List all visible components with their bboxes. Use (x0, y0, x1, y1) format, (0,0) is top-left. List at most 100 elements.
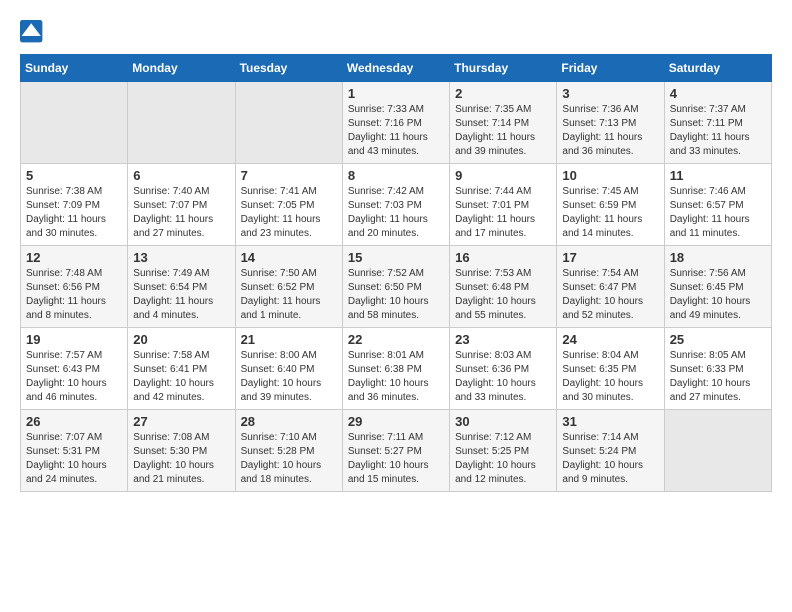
calendar-cell: 10 Sunrise: 7:45 AM Sunset: 6:59 PM Dayli… (557, 164, 664, 246)
day-info: Sunrise: 7:48 AM Sunset: 6:56 PM Dayligh… (26, 267, 122, 323)
calendar-cell: 24 Sunrise: 8:04 AM Sunset: 6:35 PM Dayli… (557, 328, 664, 410)
weekday-header-sunday: Sunday (21, 55, 128, 82)
calendar-cell: 25Sunrise: 8:05 AM Sunset: 6:33 PM Dayli… (664, 328, 771, 410)
day-number: 4 (670, 86, 766, 101)
calendar-cell: 29 Sunrise: 7:11 AM Sunset: 5:27 PM Dayli… (342, 410, 449, 492)
day-info: Sunrise: 7:56 AM Sunset: 6:45 PM Dayligh… (670, 267, 766, 323)
day-info: Sunrise: 7:42 AM Sunset: 7:03 PM Dayligh… (348, 185, 444, 241)
day-info: Sunrise: 7:49 AM Sunset: 6:54 PM Dayligh… (133, 267, 229, 323)
day-number: 20 (133, 332, 229, 347)
day-number: 7 (241, 168, 337, 183)
day-number: 13 (133, 250, 229, 265)
day-number: 1 (348, 86, 444, 101)
weekday-header-row: SundayMondayTuesdayWednesdayThursdayFrid… (21, 55, 772, 82)
day-info: Sunrise: 7:44 AM Sunset: 7:01 PM Dayligh… (455, 185, 551, 241)
calendar-cell: 31 Sunrise: 7:14 AM Sunset: 5:24 PM Dayli… (557, 410, 664, 492)
day-info: Sunrise: 8:00 AM Sunset: 6:40 PM Dayligh… (241, 349, 337, 405)
calendar-cell: 3 Sunrise: 7:36 AM Sunset: 7:13 PM Daylig… (557, 82, 664, 164)
day-info: Sunrise: 7:40 AM Sunset: 7:07 PM Dayligh… (133, 185, 229, 241)
calendar-cell: 7 Sunrise: 7:41 AM Sunset: 7:05 PM Daylig… (235, 164, 342, 246)
day-info: Sunrise: 7:07 AM Sunset: 5:31 PM Dayligh… (26, 431, 122, 487)
calendar-cell: 21 Sunrise: 8:00 AM Sunset: 6:40 PM Dayli… (235, 328, 342, 410)
weekday-header-thursday: Thursday (450, 55, 557, 82)
calendar-cell: 12 Sunrise: 7:48 AM Sunset: 6:56 PM Dayli… (21, 246, 128, 328)
day-number: 14 (241, 250, 337, 265)
day-number: 31 (562, 414, 658, 429)
day-number: 22 (348, 332, 444, 347)
calendar-cell: 5 Sunrise: 7:38 AM Sunset: 7:09 PM Daylig… (21, 164, 128, 246)
day-info: Sunrise: 7:37 AM Sunset: 7:11 PM Dayligh… (670, 103, 766, 159)
day-info: Sunrise: 7:11 AM Sunset: 5:27 PM Dayligh… (348, 431, 444, 487)
day-info: Sunrise: 7:45 AM Sunset: 6:59 PM Dayligh… (562, 185, 658, 241)
logo (20, 20, 48, 44)
day-number: 29 (348, 414, 444, 429)
day-number: 19 (26, 332, 122, 347)
day-number: 23 (455, 332, 551, 347)
calendar-cell: 13 Sunrise: 7:49 AM Sunset: 6:54 PM Dayli… (128, 246, 235, 328)
calendar-cell: 17 Sunrise: 7:54 AM Sunset: 6:47 PM Dayli… (557, 246, 664, 328)
calendar-cell: 1 Sunrise: 7:33 AM Sunset: 7:16 PM Daylig… (342, 82, 449, 164)
day-info: Sunrise: 7:38 AM Sunset: 7:09 PM Dayligh… (26, 185, 122, 241)
day-number: 27 (133, 414, 229, 429)
day-info: Sunrise: 7:33 AM Sunset: 7:16 PM Dayligh… (348, 103, 444, 159)
calendar-table: SundayMondayTuesdayWednesdayThursdayFrid… (20, 54, 772, 492)
calendar-cell: 2 Sunrise: 7:35 AM Sunset: 7:14 PM Daylig… (450, 82, 557, 164)
calendar-cell: 4 Sunrise: 7:37 AM Sunset: 7:11 PM Daylig… (664, 82, 771, 164)
calendar-cell (664, 410, 771, 492)
page-header (20, 20, 772, 44)
day-number: 8 (348, 168, 444, 183)
day-number: 5 (26, 168, 122, 183)
day-number: 12 (26, 250, 122, 265)
weekday-header-friday: Friday (557, 55, 664, 82)
calendar-cell: 9Sunrise: 7:44 AM Sunset: 7:01 PM Daylig… (450, 164, 557, 246)
calendar-cell: 6 Sunrise: 7:40 AM Sunset: 7:07 PM Daylig… (128, 164, 235, 246)
day-number: 3 (562, 86, 658, 101)
calendar-cell: 22Sunrise: 8:01 AM Sunset: 6:38 PM Dayli… (342, 328, 449, 410)
day-number: 21 (241, 332, 337, 347)
day-info: Sunrise: 7:41 AM Sunset: 7:05 PM Dayligh… (241, 185, 337, 241)
day-number: 16 (455, 250, 551, 265)
day-info: Sunrise: 8:03 AM Sunset: 6:36 PM Dayligh… (455, 349, 551, 405)
day-number: 10 (562, 168, 658, 183)
day-info: Sunrise: 7:54 AM Sunset: 6:47 PM Dayligh… (562, 267, 658, 323)
calendar-week-4: 19 Sunrise: 7:57 AM Sunset: 6:43 PM Dayli… (21, 328, 772, 410)
day-number: 18 (670, 250, 766, 265)
day-info: Sunrise: 7:50 AM Sunset: 6:52 PM Dayligh… (241, 267, 337, 323)
weekday-header-wednesday: Wednesday (342, 55, 449, 82)
day-number: 28 (241, 414, 337, 429)
day-number: 17 (562, 250, 658, 265)
day-number: 6 (133, 168, 229, 183)
calendar-cell: 28 Sunrise: 7:10 AM Sunset: 5:28 PM Dayli… (235, 410, 342, 492)
calendar-cell: 16 Sunrise: 7:53 AM Sunset: 6:48 PM Dayli… (450, 246, 557, 328)
day-info: Sunrise: 7:35 AM Sunset: 7:14 PM Dayligh… (455, 103, 551, 159)
day-info: Sunrise: 7:12 AM Sunset: 5:25 PM Dayligh… (455, 431, 551, 487)
day-info: Sunrise: 7:58 AM Sunset: 6:41 PM Dayligh… (133, 349, 229, 405)
day-info: Sunrise: 7:52 AM Sunset: 6:50 PM Dayligh… (348, 267, 444, 323)
day-number: 26 (26, 414, 122, 429)
calendar-cell: 26 Sunrise: 7:07 AM Sunset: 5:31 PM Dayli… (21, 410, 128, 492)
calendar-cell: 11Sunrise: 7:46 AM Sunset: 6:57 PM Dayli… (664, 164, 771, 246)
calendar-cell: 27 Sunrise: 7:08 AM Sunset: 5:30 PM Dayli… (128, 410, 235, 492)
calendar-week-3: 12 Sunrise: 7:48 AM Sunset: 6:56 PM Dayli… (21, 246, 772, 328)
calendar-cell: 18 Sunrise: 7:56 AM Sunset: 6:45 PM Dayli… (664, 246, 771, 328)
day-number: 25 (670, 332, 766, 347)
day-info: Sunrise: 7:53 AM Sunset: 6:48 PM Dayligh… (455, 267, 551, 323)
day-info: Sunrise: 7:14 AM Sunset: 5:24 PM Dayligh… (562, 431, 658, 487)
day-info: Sunrise: 8:04 AM Sunset: 6:35 PM Dayligh… (562, 349, 658, 405)
calendar-week-1: 1 Sunrise: 7:33 AM Sunset: 7:16 PM Daylig… (21, 82, 772, 164)
day-info: Sunrise: 7:36 AM Sunset: 7:13 PM Dayligh… (562, 103, 658, 159)
day-info: Sunrise: 7:57 AM Sunset: 6:43 PM Dayligh… (26, 349, 122, 405)
calendar-cell: 20 Sunrise: 7:58 AM Sunset: 6:41 PM Dayli… (128, 328, 235, 410)
day-number: 2 (455, 86, 551, 101)
calendar-week-2: 5 Sunrise: 7:38 AM Sunset: 7:09 PM Daylig… (21, 164, 772, 246)
calendar-cell: 23 Sunrise: 8:03 AM Sunset: 6:36 PM Dayli… (450, 328, 557, 410)
calendar-week-5: 26 Sunrise: 7:07 AM Sunset: 5:31 PM Dayli… (21, 410, 772, 492)
day-info: Sunrise: 7:08 AM Sunset: 5:30 PM Dayligh… (133, 431, 229, 487)
calendar-cell: 14 Sunrise: 7:50 AM Sunset: 6:52 PM Dayli… (235, 246, 342, 328)
calendar-cell: 19 Sunrise: 7:57 AM Sunset: 6:43 PM Dayli… (21, 328, 128, 410)
day-info: Sunrise: 7:10 AM Sunset: 5:28 PM Dayligh… (241, 431, 337, 487)
calendar-cell: 8 Sunrise: 7:42 AM Sunset: 7:03 PM Daylig… (342, 164, 449, 246)
day-number: 24 (562, 332, 658, 347)
calendar-cell (21, 82, 128, 164)
day-number: 30 (455, 414, 551, 429)
